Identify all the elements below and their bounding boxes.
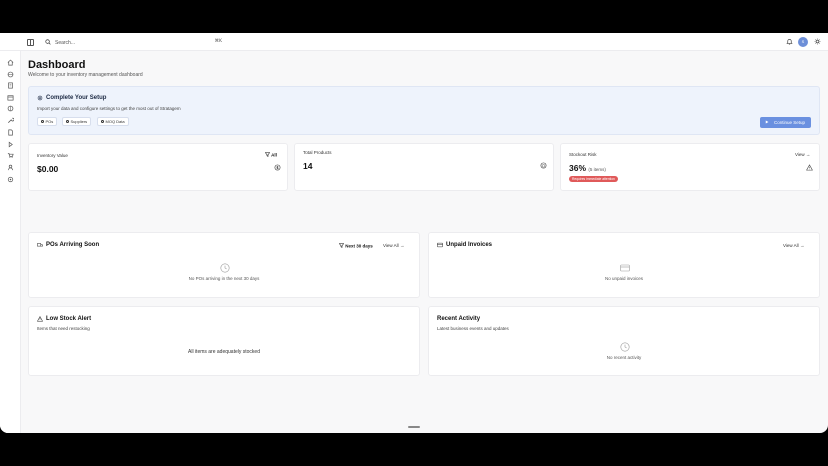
- cart-icon[interactable]: [7, 152, 14, 159]
- stockout-items-count: (5 items): [588, 167, 606, 172]
- recent-activity-title: Recent Activity: [437, 316, 481, 322]
- low-stock-title: Low Stock Alert: [46, 316, 92, 322]
- recent-activity-panel: Recent Activity Latest business events a…: [428, 306, 820, 376]
- users-icon[interactable]: [7, 164, 14, 171]
- truck-icon: [37, 243, 43, 247]
- stockout-risk-card: Stockout Risk View → 36% (5 items) Requi…: [560, 143, 820, 191]
- circle-icon: [66, 120, 69, 123]
- filter-icon: [264, 152, 271, 157]
- pos-empty-message: No POs arriving in the next 30 days: [188, 276, 260, 281]
- sidebar-toggle-icon[interactable]: [27, 39, 34, 46]
- setup-description: Import your data and configure settings …: [37, 106, 181, 111]
- invoices-view-all-link[interactable]: View All →: [783, 243, 804, 248]
- clock-icon: [220, 263, 230, 273]
- gear-icon: [37, 95, 43, 101]
- sidebar: [0, 33, 21, 433]
- setup-title: Complete Your Setup: [46, 95, 107, 101]
- total-products-value: 14: [303, 161, 313, 171]
- truck-icon[interactable]: [7, 105, 14, 112]
- total-products-label: Total Products: [303, 150, 332, 155]
- top-bar: ⌘K S: [0, 33, 828, 51]
- unpaid-invoices-title: Unpaid Invoices: [446, 242, 493, 248]
- stockout-view-link[interactable]: View →: [795, 152, 810, 157]
- wrench-icon[interactable]: [7, 117, 14, 124]
- play-icon: [765, 120, 769, 124]
- search-input[interactable]: [55, 37, 205, 48]
- warning-icon: [37, 316, 43, 322]
- recent-activity-subtitle: Latest business events and updates: [437, 326, 509, 331]
- box-icon[interactable]: [7, 94, 14, 101]
- arrow-right-icon: →: [799, 243, 805, 248]
- play-icon[interactable]: [7, 141, 14, 148]
- arrow-right-icon: →: [399, 243, 405, 248]
- avatar[interactable]: S: [798, 37, 808, 47]
- circle-icon: [101, 120, 104, 123]
- credit-card-icon: [620, 264, 630, 272]
- clock-icon: [620, 342, 630, 352]
- inventory-value-label: Inventory Value: [37, 153, 68, 158]
- scroll-handle[interactable]: [408, 426, 420, 428]
- low-stock-empty-message: All items are adequately stocked: [188, 349, 260, 355]
- file-icon[interactable]: [7, 129, 14, 136]
- stockout-risk-value: 36% (5 items): [569, 163, 606, 173]
- settings-icon[interactable]: [7, 176, 14, 183]
- setup-chip-pos[interactable]: POs: [37, 117, 58, 126]
- activity-empty-message: No recent activity: [606, 355, 642, 360]
- credit-card-icon: [437, 242, 443, 248]
- package-icon[interactable]: [7, 71, 14, 78]
- home-icon[interactable]: [7, 59, 14, 66]
- pos-view-all-link[interactable]: View All →: [383, 243, 404, 248]
- filter-icon: [338, 243, 345, 248]
- setup-chip-suppliers[interactable]: Suppliers: [62, 117, 92, 126]
- package-icon: [540, 162, 547, 169]
- circle-icon: [41, 120, 44, 123]
- pos-arriving-title: POs Arriving Soon: [46, 242, 100, 248]
- pos-date-filter[interactable]: Next 30 days: [338, 243, 373, 249]
- setup-chip-moq[interactable]: MOQ Data: [97, 117, 129, 126]
- theme-toggle-icon[interactable]: [814, 38, 821, 45]
- low-stock-panel: Low Stock Alert Items that need restocki…: [28, 306, 420, 376]
- search-bar[interactable]: ⌘K: [40, 37, 226, 48]
- total-products-card: Total Products 14: [294, 143, 554, 191]
- unpaid-invoices-panel: Unpaid Invoices View All → No unpaid inv…: [428, 232, 820, 298]
- page-subtitle: Welcome to your inventory management das…: [28, 72, 143, 78]
- search-icon: [45, 39, 51, 45]
- inventory-value: $0.00: [37, 164, 59, 174]
- inventory-filter-dropdown[interactable]: All: [264, 152, 277, 158]
- status-badge: Requires immediate attention: [569, 176, 618, 182]
- warning-icon: [806, 164, 813, 171]
- bell-icon[interactable]: [786, 38, 793, 45]
- inventory-value-card: Inventory Value $0.00 All: [28, 143, 288, 191]
- search-shortcut: ⌘K: [214, 39, 222, 44]
- setup-card: Complete Your Setup Import your data and…: [28, 86, 820, 135]
- low-stock-subtitle: Items that need restocking: [37, 326, 90, 331]
- continue-setup-button[interactable]: Continue Setup: [760, 117, 811, 128]
- page-title: Dashboard: [28, 59, 86, 71]
- document-icon[interactable]: [7, 82, 14, 89]
- dollar-icon: [274, 164, 281, 171]
- invoices-empty-message: No unpaid invoices: [604, 276, 644, 281]
- pos-arriving-panel: POs Arriving Soon Next 30 days View All …: [28, 232, 420, 298]
- stockout-risk-label: Stockout Risk: [569, 152, 597, 157]
- app-window: ⌘K S Dashboard Welcome to your inventory…: [0, 33, 828, 433]
